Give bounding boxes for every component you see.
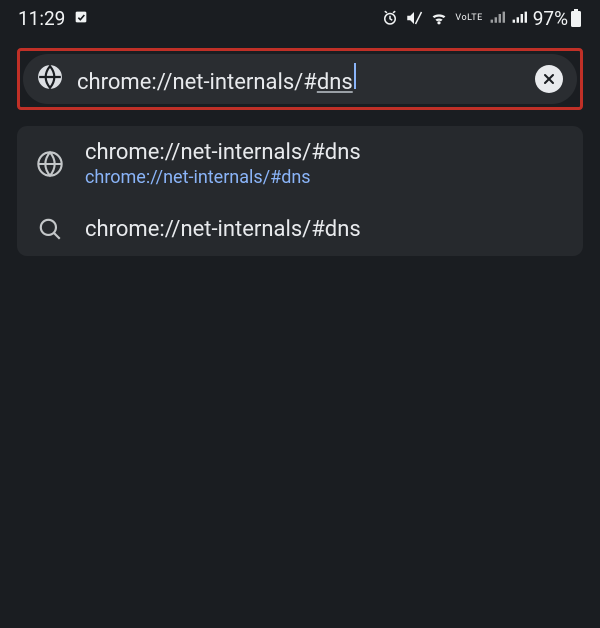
suggestion-item[interactable]: chrome://net-internals/#dns — [17, 202, 583, 256]
status-time: 11:29 — [18, 7, 65, 30]
suggestion-subtitle: chrome://net-internals/#dns — [85, 167, 361, 188]
url-bar-highlight: chrome://net-internals/#dns — [17, 48, 583, 110]
url-input[interactable]: chrome://net-internals/#dns — [77, 63, 521, 95]
battery-icon — [570, 9, 582, 27]
notification-icon — [73, 7, 89, 30]
status-left: 11:29 — [18, 7, 89, 30]
suggestion-title: chrome://net-internals/#dns — [85, 217, 361, 242]
clear-button[interactable] — [535, 65, 563, 93]
url-text-underlined: dns — [317, 70, 353, 95]
search-icon — [35, 216, 65, 242]
signal-icon-1 — [489, 11, 505, 25]
url-text-prefix: chrome://net-internals/# — [77, 70, 317, 95]
status-right: VoLTE 97% — [381, 7, 582, 30]
volte-icon: VoLTE — [455, 14, 482, 23]
globe-icon — [35, 150, 65, 178]
battery-indicator: 97% — [533, 7, 582, 30]
battery-percent: 97% — [533, 7, 568, 30]
suggestion-item[interactable]: chrome://net-internals/#dns chrome://net… — [17, 126, 583, 202]
mute-icon — [405, 9, 423, 27]
text-caret — [354, 63, 356, 89]
globe-icon — [37, 64, 63, 94]
url-bar[interactable]: chrome://net-internals/#dns — [23, 54, 577, 104]
suggestion-title: chrome://net-internals/#dns — [85, 140, 361, 165]
alarm-icon — [381, 9, 399, 27]
suggestions-list: chrome://net-internals/#dns chrome://net… — [17, 126, 583, 256]
signal-icon-2 — [511, 11, 527, 25]
status-bar: 11:29 VoLTE 97% — [0, 0, 600, 36]
close-icon — [541, 71, 557, 87]
wifi-icon — [429, 10, 449, 26]
